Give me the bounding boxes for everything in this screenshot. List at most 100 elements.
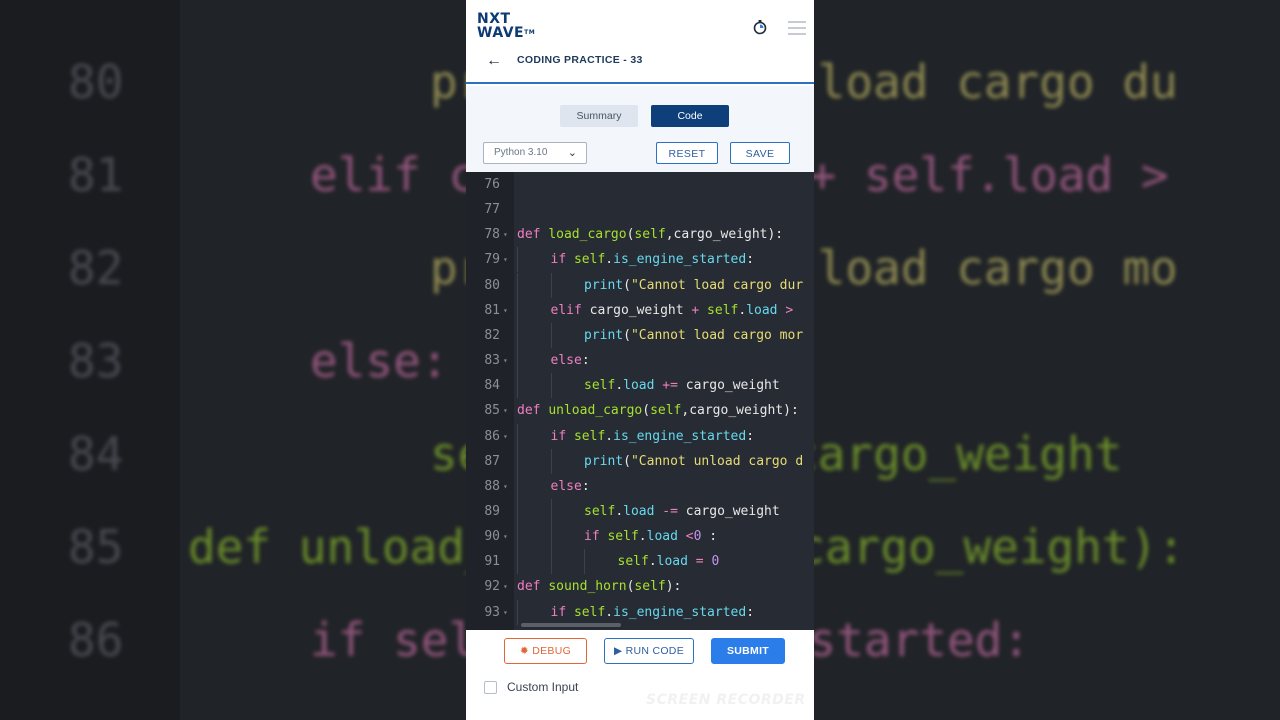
code-token: load: [646, 529, 686, 545]
code-token: .: [648, 554, 657, 570]
code-token: load: [623, 378, 663, 394]
code-token: self: [634, 579, 666, 595]
code-line: 88 ▾ else:: [466, 473, 814, 499]
play-icon: ▶: [614, 645, 623, 657]
save-button[interactable]: SAVE: [730, 142, 790, 164]
fold-arrow-icon[interactable]: ▾: [503, 524, 508, 549]
code-token: self: [584, 378, 616, 394]
code-token: .: [738, 302, 747, 318]
line-number: 91: [484, 554, 500, 570]
fold-arrow-icon[interactable]: ▾: [503, 474, 508, 499]
code-line: 78 ▾ def load_cargo(self,cargo_weight):: [466, 222, 814, 247]
debug-button[interactable]: ✹ DEBUG: [504, 638, 587, 664]
submit-button[interactable]: SUBMIT: [711, 638, 785, 664]
line-number: 93: [484, 604, 500, 620]
language-select[interactable]: Python 3.10 ⌄: [483, 142, 587, 164]
code-token: load: [656, 554, 696, 570]
code-token: cargo_weight: [589, 302, 692, 318]
indent-guide: [517, 247, 518, 273]
code-line: 83 ▾ else:: [466, 348, 814, 374]
code-token: cargo_weight: [685, 378, 780, 394]
code-token: sound_horn: [548, 579, 627, 595]
screen-recorder-watermark: SCREEN RECORDER: [646, 692, 806, 708]
code-line: 79 ▾ if self.is_engine_started:: [466, 247, 814, 273]
code-token: -=: [662, 503, 686, 519]
code-text: elif cargo_weight + self.load >: [551, 298, 794, 323]
logo-bottom-text: WAVETM: [477, 26, 535, 40]
code-token: print: [584, 277, 624, 293]
line-number: 84: [484, 378, 500, 394]
horizontal-scrollbar[interactable]: [521, 623, 621, 627]
indent-guide: [517, 599, 518, 625]
fold-arrow-icon[interactable]: ▾: [503, 247, 508, 272]
code-text: self.load -= cargo_weight: [584, 499, 780, 524]
code-token: unload_cargo: [548, 403, 643, 419]
code-editor[interactable]: 76 77 78 ▾ def load_cargo(self,cargo_weight)…: [466, 172, 814, 630]
code-token: ):: [665, 579, 682, 595]
indent-guide: [517, 373, 518, 399]
indent-guide: [517, 448, 518, 474]
tab-summary[interactable]: Summary: [560, 105, 638, 127]
indent-guide: [550, 549, 552, 575]
page-header: ← CODING PRACTICE - 33: [466, 44, 814, 84]
code-token: ,cargo_weight):: [681, 403, 799, 419]
indent-guide: [517, 348, 518, 374]
background-line-number: 85: [68, 520, 124, 574]
custom-input-checkbox[interactable]: [484, 681, 497, 694]
timer-icon[interactable]: [752, 19, 768, 35]
code-token: self: [573, 252, 606, 268]
code-token: def: [517, 403, 549, 419]
code-token: :: [746, 252, 755, 268]
fold-arrow-icon[interactable]: ▾: [503, 398, 508, 423]
run-code-button[interactable]: ▶ RUN CODE: [604, 638, 694, 664]
code-text: if self.is_engine_started:: [551, 247, 755, 272]
code-token: .: [605, 252, 614, 268]
fold-arrow-icon[interactable]: ▾: [503, 298, 508, 323]
line-number: 82: [484, 327, 500, 343]
line-number: 76: [484, 177, 500, 192]
bug-icon: ✹: [519, 645, 530, 657]
code-token: print: [584, 327, 624, 343]
code-token: (: [623, 453, 631, 469]
code-token: cargo_weight: [685, 503, 780, 519]
code-token: self: [634, 227, 666, 243]
back-arrow-icon[interactable]: ←: [486, 52, 502, 70]
line-number: 77: [484, 202, 500, 218]
code-line: 76: [466, 172, 814, 197]
code-token: is_engine_started: [613, 604, 747, 620]
fold-arrow-icon[interactable]: ▾: [503, 424, 508, 449]
reset-button[interactable]: RESET: [656, 142, 718, 164]
fold-arrow-icon[interactable]: ▾: [503, 600, 508, 625]
code-text: else:: [551, 348, 590, 373]
fold-arrow-icon[interactable]: ▾: [503, 222, 508, 247]
background-code-text: else:: [310, 334, 449, 388]
code-line: 92 ▾ def sound_horn(self):: [466, 574, 814, 599]
indent-guide: [517, 473, 518, 499]
indent-guide: [517, 549, 518, 575]
code-text: self.load = 0: [618, 549, 720, 574]
code-token: is_engine_started: [613, 252, 747, 268]
code-token: +=: [662, 378, 686, 394]
code-line: 82 print("Cannot load cargo mor: [466, 322, 814, 348]
code-token: if: [584, 529, 608, 545]
nxtwave-logo[interactable]: NXT WAVETM: [477, 12, 535, 40]
line-number: 80: [484, 277, 500, 293]
code-token: load: [746, 302, 778, 318]
fold-arrow-icon[interactable]: ▾: [503, 348, 508, 373]
background-line-number: 82: [68, 241, 124, 295]
background-line-number: 80: [68, 55, 124, 109]
code-text: if self.load <0 :: [584, 524, 717, 549]
indent-guide: [550, 498, 552, 524]
code-text: self.load += cargo_weight: [584, 373, 780, 398]
code-token: .: [605, 428, 614, 444]
fold-arrow-icon[interactable]: ▾: [503, 574, 508, 599]
code-token: :: [701, 529, 718, 545]
code-token: if: [550, 428, 574, 444]
code-line: 80 print("Cannot load cargo dur: [466, 272, 814, 298]
code-line: 90 ▾ if self.load <0 :: [466, 524, 814, 550]
code-token: .: [615, 503, 624, 519]
tab-code[interactable]: Code: [651, 105, 729, 127]
indent-guide: [517, 297, 518, 323]
hamburger-menu-icon[interactable]: [788, 21, 806, 35]
code-token: is_engine_started: [613, 428, 747, 444]
